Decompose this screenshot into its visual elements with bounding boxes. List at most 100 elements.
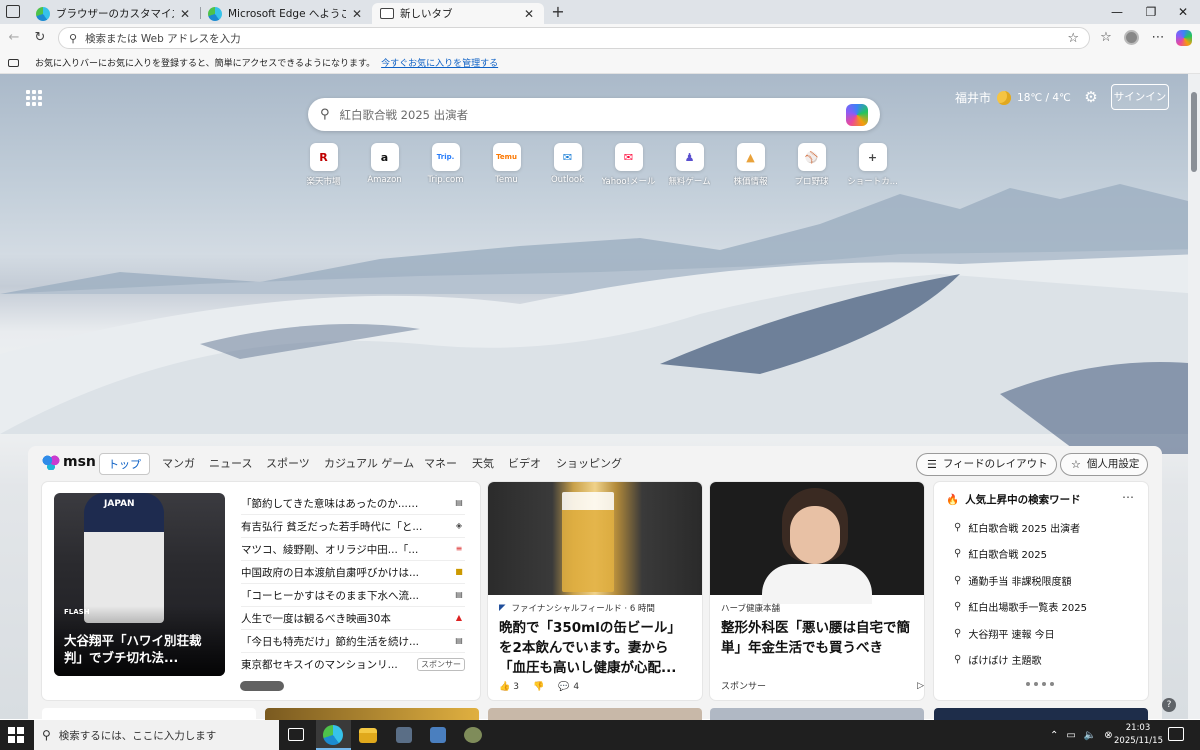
web-search-box[interactable]: ⚲ 紅白歌合戦 2025 出演者 bbox=[308, 98, 880, 131]
start-button[interactable] bbox=[8, 727, 24, 743]
chevron-up-icon[interactable]: ⌃ bbox=[1050, 730, 1058, 741]
pagination-dots[interactable] bbox=[1026, 682, 1054, 686]
tab-welcome[interactable]: Microsoft Edge へようこそ ✕ bbox=[200, 3, 372, 24]
feed-layout-button[interactable]: ☰ フィードのレイアウト bbox=[916, 453, 1057, 476]
quick-link[interactable]: ✉ Outlook bbox=[537, 143, 598, 187]
quick-link[interactable]: Temu Temu bbox=[476, 143, 537, 187]
taskbar-search-box[interactable]: ⚲ 検索するには、ここに入力します bbox=[34, 720, 279, 750]
feed-tab-casual-games[interactable]: カジュアル ゲーム bbox=[316, 453, 422, 475]
feed-tab-video[interactable]: ビデオ bbox=[500, 453, 549, 475]
task-view-icon[interactable] bbox=[288, 728, 304, 741]
refresh-button[interactable]: ↻ bbox=[30, 28, 50, 48]
list-item[interactable]: 中国政府の日本渡航自粛呼びかけは... ■ bbox=[241, 561, 465, 584]
notification-icon[interactable] bbox=[1168, 727, 1184, 741]
manage-favorites-link[interactable]: 今すぐお気に入りを管理する bbox=[381, 56, 498, 69]
signin-button[interactable]: サインイン bbox=[1111, 84, 1169, 110]
search-icon: ⚲ bbox=[954, 574, 962, 586]
sliders-icon: ☰ bbox=[927, 458, 937, 471]
settings-gear-icon[interactable]: ⚙ bbox=[1082, 88, 1100, 106]
comment-icon[interactable]: 💬 bbox=[558, 682, 569, 692]
taskbar-clock[interactable]: 21:03 2025/11/15 bbox=[1114, 722, 1163, 748]
back-button[interactable]: ← bbox=[4, 28, 24, 48]
feed-tab-shopping[interactable]: ショッピング bbox=[548, 453, 630, 475]
tab-new-tab[interactable]: 新しいタブ ✕ bbox=[372, 3, 544, 24]
dislike-icon[interactable]: 👎 bbox=[533, 682, 544, 692]
close-tab-icon[interactable]: ✕ bbox=[178, 7, 192, 21]
close-window-button[interactable]: ✕ bbox=[1166, 2, 1200, 22]
status-x-icon[interactable]: ⊗ bbox=[1104, 730, 1112, 741]
trending-item[interactable]: ⚲ 紅白歌合戦 2025 bbox=[954, 543, 1047, 563]
tab-actions-icon[interactable] bbox=[6, 5, 20, 18]
feed-tab-news[interactable]: ニュース bbox=[201, 453, 260, 475]
copilot-icon[interactable] bbox=[846, 103, 868, 126]
feed-tab-top[interactable]: トップ bbox=[99, 453, 150, 475]
feed-tab-weather[interactable]: 天気 bbox=[464, 453, 502, 475]
app-icon-3[interactable] bbox=[464, 727, 482, 743]
favorites-icon[interactable]: ☆ bbox=[1096, 28, 1116, 48]
maximize-button[interactable]: ❐ bbox=[1134, 2, 1168, 22]
tab-customize[interactable]: ブラウザーのカスタマイズ ✕ bbox=[28, 3, 200, 24]
new-tab-button[interactable]: + bbox=[548, 2, 568, 22]
quick-link[interactable]: ✉ Yahoo!メール bbox=[598, 143, 659, 187]
feed-tab-money[interactable]: マネー bbox=[416, 453, 465, 475]
address-bar[interactable]: ⚲ 検索または Web アドレスを入力 ☆ bbox=[58, 27, 1090, 49]
article-footer: スポンサー ▷ bbox=[721, 679, 924, 693]
article-title: 整形外科医「悪い腰は自宅で簡単」年金生活でも買うべき bbox=[721, 620, 910, 656]
quick-link-tile-icon: ⚾ bbox=[797, 143, 826, 171]
quick-link-label: ショートカ... bbox=[847, 177, 898, 187]
hero-story[interactable]: JAPAN FLASH 大谷翔平「ハワイ別荘裁判」でブチ切れ法... bbox=[54, 493, 225, 676]
list-item[interactable]: 「コーヒーかすはそのまま下水へ流... ▤ bbox=[241, 584, 465, 607]
weather-widget[interactable]: 福井市 18℃ / 4℃ bbox=[955, 89, 1071, 106]
quick-link-label: Temu bbox=[495, 175, 518, 185]
card-peek bbox=[934, 708, 1148, 720]
list-item[interactable]: 有吉弘行 貧乏だった若手時代に「と... ◈ bbox=[241, 515, 465, 538]
scrollbar-thumb[interactable] bbox=[1191, 92, 1197, 172]
trending-item[interactable]: ⚲ 紅白歌合戦 2025 出演者 bbox=[954, 517, 1080, 537]
feed-tab-manga[interactable]: マンガ bbox=[154, 453, 203, 475]
favorite-star-icon[interactable]: ☆ bbox=[1067, 31, 1079, 46]
like-icon[interactable]: 👍 bbox=[499, 682, 510, 692]
app-icon-2[interactable] bbox=[430, 727, 446, 743]
trending-item[interactable]: ⚲ 通勤手当 非課税限度額 bbox=[954, 570, 1072, 590]
quick-link-tile-icon: Trip. bbox=[431, 143, 460, 171]
list-item[interactable]: 「今日も特売だけ」節約生活を続け... ▤ bbox=[241, 630, 465, 653]
sponsored-article-card[interactable]: ハーブ健康本舗 整形外科医「悪い腰は自宅で簡単」年金生活でも買うべき スポンサー… bbox=[710, 482, 924, 700]
quick-link[interactable]: R 楽天市場 bbox=[293, 143, 354, 187]
more-options-icon[interactable]: ⋯ bbox=[1122, 490, 1134, 504]
quick-link[interactable]: Trip. Trip.com bbox=[415, 143, 476, 187]
feed-tab-sports[interactable]: スポーツ bbox=[258, 453, 318, 475]
volume-icon[interactable]: 🔈 bbox=[1084, 730, 1096, 741]
file-explorer-icon[interactable] bbox=[359, 728, 377, 743]
help-icon[interactable]: ? bbox=[1162, 698, 1176, 712]
copilot-icon[interactable] bbox=[1176, 30, 1192, 46]
hero-source: FLASH bbox=[64, 608, 90, 616]
personalize-button[interactable]: ☆ 個人用設定 bbox=[1060, 453, 1149, 476]
article-card[interactable]: ◤ ファイナンシャルフィールド · 6 時間 晩酌で「350mlの缶ビール」を2… bbox=[488, 482, 702, 700]
page-scrollbar[interactable] bbox=[1188, 74, 1200, 719]
more-menu-icon[interactable]: ⋯ bbox=[1148, 28, 1168, 48]
trending-item[interactable]: ⚲ ばけばけ 主題歌 bbox=[954, 649, 1042, 669]
quick-link[interactable]: ▲ 株価情報 bbox=[720, 143, 781, 187]
app-icon-1[interactable] bbox=[396, 727, 412, 743]
quick-link[interactable]: + ショートカ... bbox=[842, 143, 903, 187]
list-item[interactable]: 東京都セキスイのマンションリ... スポンサー bbox=[241, 653, 465, 676]
quick-link[interactable]: a Amazon bbox=[354, 143, 415, 187]
list-item[interactable]: 「節約してきた意味はあったのか...… ▤ bbox=[241, 492, 465, 515]
web-search-input[interactable]: 紅白歌合戦 2025 出演者 bbox=[340, 107, 846, 123]
trending-item[interactable]: ⚲ 大谷翔平 速報 今日 bbox=[954, 623, 1055, 643]
quick-link[interactable]: ♟ 無料ゲーム bbox=[659, 143, 720, 187]
minimize-button[interactable]: — bbox=[1100, 2, 1134, 22]
carousel-indicator[interactable] bbox=[240, 681, 284, 691]
list-item[interactable]: マツコ、綾野剛、オリラジ中田...「... ≡ bbox=[241, 538, 465, 561]
network-icon[interactable]: ▭ bbox=[1066, 730, 1075, 741]
close-tab-icon[interactable]: ✕ bbox=[522, 7, 536, 21]
quick-link-tile-icon: a bbox=[370, 143, 399, 171]
msn-logo[interactable]: msn bbox=[42, 454, 96, 470]
trending-item[interactable]: ⚲ 紅白出場歌手一覧表 2025 bbox=[954, 596, 1087, 616]
app-launcher-icon[interactable] bbox=[26, 90, 42, 106]
profile-avatar[interactable] bbox=[1124, 30, 1139, 45]
close-tab-icon[interactable]: ✕ bbox=[350, 7, 364, 21]
quick-link[interactable]: ⚾ プロ野球 bbox=[781, 143, 842, 187]
adchoices-icon[interactable]: ▷ bbox=[917, 681, 924, 691]
list-item[interactable]: 人生で一度は観るべき映画30本 ▲ bbox=[241, 607, 465, 630]
